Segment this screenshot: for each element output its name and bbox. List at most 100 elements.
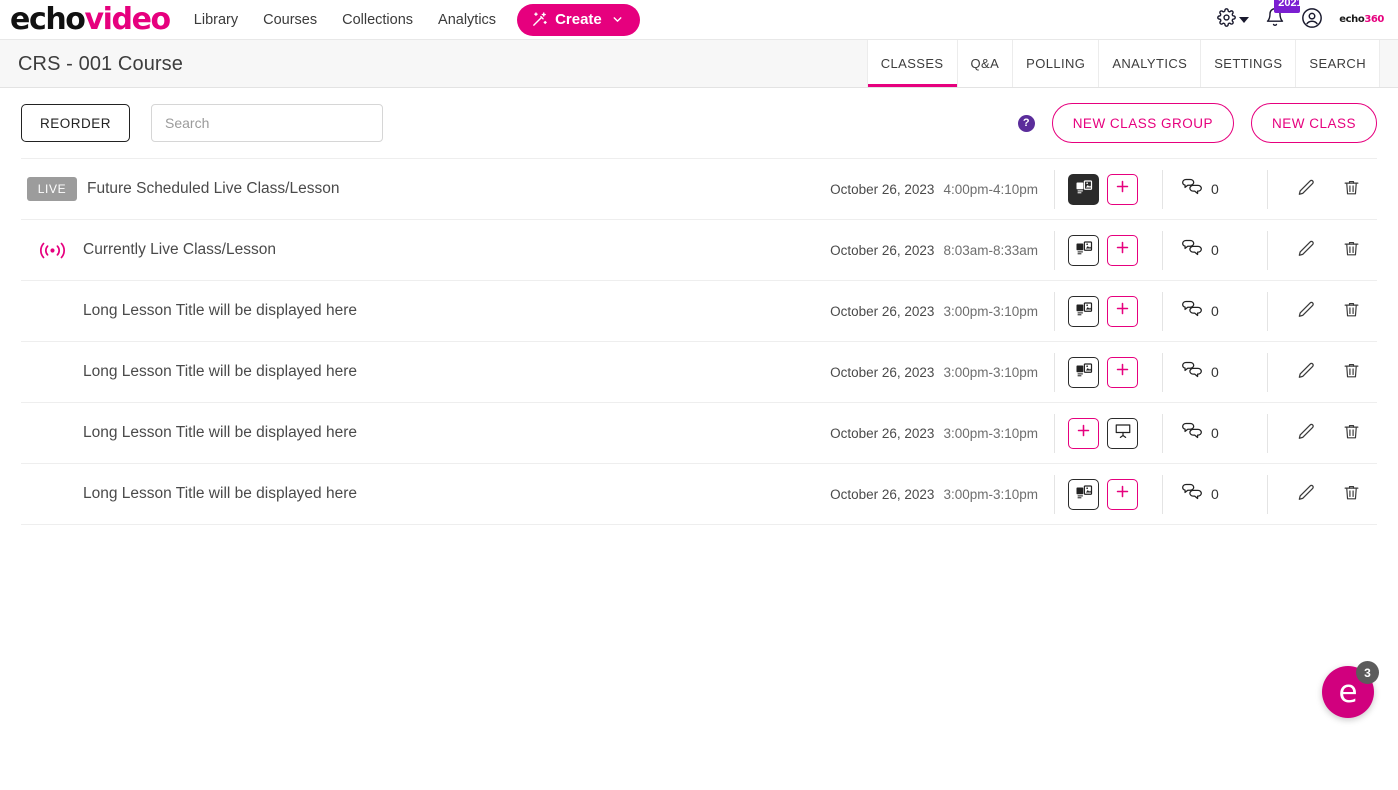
classes-toolbar: REORDER ? NEW CLASS GROUP NEW CLASS	[0, 88, 1398, 158]
comment-count: 0	[1211, 242, 1219, 258]
delete-class-button[interactable]	[1342, 483, 1361, 505]
comments-icon	[1181, 177, 1203, 202]
comments-icon	[1181, 482, 1203, 507]
media-slides-icon	[1075, 178, 1093, 201]
plus-icon	[1114, 239, 1131, 261]
edit-class-button[interactable]	[1296, 361, 1316, 384]
class-schedule: October 26, 2023 3:00pm-3:10pm	[830, 426, 1054, 441]
edit-class-button[interactable]	[1296, 239, 1316, 262]
broadcast-live-icon	[39, 241, 66, 260]
logo-text-video: video	[85, 2, 170, 37]
media-slides-button[interactable]	[1068, 235, 1099, 266]
corner-logo-360: 360	[1364, 14, 1384, 25]
tab-search[interactable]: SEARCH	[1296, 40, 1380, 87]
user-account-button[interactable]	[1301, 7, 1323, 32]
course-subheader: CRS - 001 Course CLASSES Q&A POLLING ANA…	[0, 40, 1398, 88]
comments-action[interactable]: 0	[1163, 177, 1267, 202]
class-date: October 26, 2023	[830, 487, 934, 502]
nav-link-library[interactable]: Library	[194, 12, 238, 28]
presentation-button[interactable]	[1107, 418, 1138, 449]
delete-class-button[interactable]	[1342, 239, 1361, 261]
class-title[interactable]: Currently Live Class/Lesson	[83, 241, 830, 259]
media-slides-button[interactable]	[1068, 296, 1099, 327]
add-media-button[interactable]	[1107, 235, 1138, 266]
class-time: 4:00pm-4:10pm	[943, 182, 1038, 197]
tab-qa[interactable]: Q&A	[958, 40, 1014, 87]
add-media-button[interactable]	[1107, 479, 1138, 510]
toolbar-right-cluster: ? NEW CLASS GROUP NEW CLASS	[1018, 103, 1377, 143]
delete-class-button[interactable]	[1342, 300, 1361, 322]
media-actions	[1055, 296, 1162, 327]
nav-link-analytics[interactable]: Analytics	[438, 12, 496, 28]
edit-class-button[interactable]	[1296, 483, 1316, 506]
gear-icon	[1217, 8, 1236, 32]
add-media-button[interactable]	[1107, 296, 1138, 327]
search-input[interactable]	[151, 104, 383, 142]
edit-class-button[interactable]	[1296, 300, 1316, 323]
trash-icon	[1342, 239, 1361, 261]
delete-class-button[interactable]	[1342, 178, 1361, 200]
comment-count: 0	[1211, 486, 1219, 502]
add-media-button[interactable]	[1107, 174, 1138, 205]
class-title[interactable]: Long Lesson Title will be displayed here	[83, 302, 830, 320]
class-date: October 26, 2023	[830, 304, 934, 319]
table-row[interactable]: Long Lesson Title will be displayed here…	[21, 403, 1377, 464]
tab-classes[interactable]: CLASSES	[867, 40, 958, 87]
table-row[interactable]: Long Lesson Title will be displayed here…	[21, 281, 1377, 342]
edit-class-button[interactable]	[1296, 178, 1316, 201]
topnav-right-cluster: 2021 echo360	[1217, 7, 1384, 32]
primary-nav-links: Library Courses Collections Analytics	[194, 12, 496, 28]
notification-badge: 2021	[1274, 0, 1300, 13]
trash-icon	[1342, 422, 1361, 444]
add-media-button[interactable]	[1107, 357, 1138, 388]
comments-action[interactable]: 0	[1163, 360, 1267, 385]
new-class-group-button[interactable]: NEW CLASS GROUP	[1052, 103, 1234, 143]
account-circle-icon	[1301, 7, 1323, 32]
trash-icon	[1342, 300, 1361, 322]
logo-text-echo: echo	[10, 2, 85, 37]
settings-menu-button[interactable]	[1217, 8, 1249, 32]
table-row[interactable]: LIVE Future Scheduled Live Class/Lesson …	[21, 159, 1377, 220]
class-title[interactable]: Long Lesson Title will be displayed here	[83, 363, 830, 381]
nav-link-collections[interactable]: Collections	[342, 12, 413, 28]
comments-action[interactable]: 0	[1163, 238, 1267, 263]
delete-class-button[interactable]	[1342, 361, 1361, 383]
comments-action[interactable]: 0	[1163, 299, 1267, 324]
class-date: October 26, 2023	[830, 243, 934, 258]
comments-action[interactable]: 0	[1163, 421, 1267, 446]
plus-icon	[1114, 483, 1131, 505]
nav-link-courses[interactable]: Courses	[263, 12, 317, 28]
tab-polling[interactable]: POLLING	[1013, 40, 1099, 87]
echo360-corner-logo: echo360	[1339, 14, 1384, 25]
create-button[interactable]: Create	[517, 4, 640, 36]
media-slides-button[interactable]	[1068, 479, 1099, 510]
row-actions	[1268, 239, 1377, 262]
class-title[interactable]: Long Lesson Title will be displayed here	[83, 424, 830, 442]
help-icon[interactable]: ?	[1018, 115, 1035, 132]
notifications-button[interactable]: 2021	[1265, 7, 1285, 32]
table-row[interactable]: Currently Live Class/Lesson October 26, …	[21, 220, 1377, 281]
echovideo-logo[interactable]: echovideo	[10, 5, 170, 35]
table-row[interactable]: Long Lesson Title will be displayed here…	[21, 342, 1377, 403]
class-schedule: October 26, 2023 8:03am-8:33am	[830, 243, 1054, 258]
tab-analytics[interactable]: ANALYTICS	[1099, 40, 1201, 87]
comments-icon	[1181, 360, 1203, 385]
class-title[interactable]: Future Scheduled Live Class/Lesson	[83, 180, 830, 198]
delete-class-button[interactable]	[1342, 422, 1361, 444]
comments-action[interactable]: 0	[1163, 482, 1267, 507]
edit-class-button[interactable]	[1296, 422, 1316, 445]
support-chat-widget[interactable]: e 3	[1322, 666, 1374, 718]
new-class-button[interactable]: NEW CLASS	[1251, 103, 1377, 143]
class-schedule: October 26, 2023 3:00pm-3:10pm	[830, 487, 1054, 502]
media-slides-icon	[1075, 483, 1093, 506]
media-slides-button[interactable]	[1068, 174, 1099, 205]
tab-settings[interactable]: SETTINGS	[1201, 40, 1296, 87]
row-actions	[1268, 422, 1377, 445]
class-title[interactable]: Long Lesson Title will be displayed here	[83, 485, 830, 503]
media-slides-button[interactable]	[1068, 357, 1099, 388]
content-area: LIVE Future Scheduled Live Class/Lesson …	[0, 158, 1398, 740]
add-media-button[interactable]	[1068, 418, 1099, 449]
table-row[interactable]: Long Lesson Title will be displayed here…	[21, 464, 1377, 525]
plus-icon	[1114, 361, 1131, 383]
reorder-button[interactable]: REORDER	[21, 104, 130, 142]
